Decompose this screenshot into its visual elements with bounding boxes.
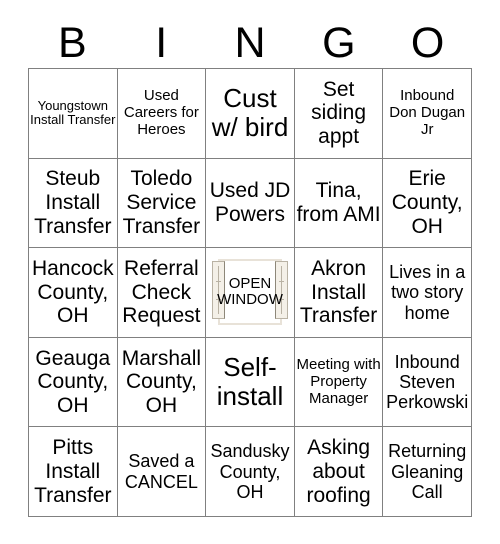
bingo-cell-i5[interactable]: Saved a CANCEL xyxy=(117,427,207,517)
header-letter-o: O xyxy=(410,18,445,67)
header-letter-g: G xyxy=(322,18,356,67)
bingo-cell-b1[interactable]: Youngstown Install Transfer xyxy=(29,69,118,159)
bingo-cell-o3[interactable]: Lives in a two story home xyxy=(383,248,472,338)
bingo-cell-n4-text: Self-install xyxy=(216,351,284,412)
bingo-cell-g4[interactable]: Meeting with Property Manager xyxy=(294,337,384,428)
bingo-cell-n1[interactable]: Cust w/ bird xyxy=(206,69,295,159)
bingo-card: B I N G O Youngstown Install Transfer Us… xyxy=(0,0,500,544)
bingo-cell-b4-text: Geauga County, OH xyxy=(35,346,111,417)
bingo-cell-n5[interactable]: Sandusky County, OH xyxy=(206,427,295,517)
open-window-icon: OPEN WINDOW xyxy=(210,255,290,329)
bingo-cell-o1-text: Inbound Don Dugan Jr xyxy=(389,86,466,138)
bingo-cell-o2[interactable]: Erie County, OH xyxy=(383,158,472,249)
header-letter-b: B xyxy=(58,18,87,67)
bingo-cell-n1-text: Cust w/ bird xyxy=(211,82,289,143)
bingo-cell-i1[interactable]: Used Careers for Heroes xyxy=(117,69,207,159)
bingo-cell-i5-text: Saved a CANCEL xyxy=(124,451,198,492)
bingo-cell-o4[interactable]: Inbound Steven Perkowski xyxy=(383,337,472,428)
bingo-cell-g2-text: Tina, from AMI xyxy=(296,179,381,226)
header-letter-i: I xyxy=(155,18,168,67)
bingo-cell-g1[interactable]: Set siding appt xyxy=(294,69,384,159)
bingo-cell-g2[interactable]: Tina, from AMI xyxy=(294,158,384,249)
bingo-cell-o5-text: Returning Gleaning Call xyxy=(388,441,467,502)
bingo-cell-i3[interactable]: Referral Check Request xyxy=(117,248,207,338)
bingo-cell-g3-text: Akron Install Transfer xyxy=(299,256,378,328)
bingo-cell-b5-text: Pitts Install Transfer xyxy=(34,436,112,507)
bingo-cell-o1[interactable]: Inbound Don Dugan Jr xyxy=(383,69,472,159)
bingo-cell-b2[interactable]: Steub Install Transfer xyxy=(29,158,118,249)
bingo-cell-b3[interactable]: Hancock County, OH xyxy=(29,248,118,338)
bingo-cell-b5[interactable]: Pitts Install Transfer xyxy=(29,427,118,517)
bingo-cell-o3-text: Lives in a two story home xyxy=(389,262,466,323)
free-space-line1: OPEN xyxy=(228,275,272,293)
bingo-cell-g5[interactable]: Asking about roofing xyxy=(294,427,384,517)
bingo-cell-o4-text: Inbound Steven Perkowski xyxy=(386,351,469,413)
bingo-cell-g4-text: Meeting with Property Manager xyxy=(296,355,381,407)
bingo-cell-i4-text: Marshall County, OH xyxy=(121,346,202,417)
bingo-cell-b3-text: Hancock County, OH xyxy=(31,256,114,328)
bingo-cell-b2-text: Steub Install Transfer xyxy=(34,167,112,238)
bingo-cell-i3-text: Referral Check Request xyxy=(122,256,201,328)
bingo-cell-i4[interactable]: Marshall County, OH xyxy=(117,337,207,428)
bingo-cell-b4[interactable]: Geauga County, OH xyxy=(29,337,118,428)
bingo-cell-o5[interactable]: Returning Gleaning Call xyxy=(383,427,472,517)
bingo-cell-n4[interactable]: Self-install xyxy=(206,337,295,428)
bingo-cell-i2[interactable]: Toledo Service Transfer xyxy=(117,158,207,249)
bingo-cell-g3[interactable]: Akron Install Transfer xyxy=(294,248,384,338)
bingo-grid: Youngstown Install Transfer Used Careers… xyxy=(28,68,472,517)
free-space-line2: WINDOW xyxy=(217,291,283,309)
bingo-cell-b1-text: Youngstown Install Transfer xyxy=(30,97,116,128)
bingo-header: B I N G O xyxy=(28,18,472,68)
bingo-cell-g5-text: Asking about roofing xyxy=(306,436,371,507)
free-space-label: OPEN WINDOW xyxy=(206,275,294,309)
bingo-cell-n5-text: Sandusky County, OH xyxy=(210,441,290,502)
bingo-cell-n3-free-space[interactable]: OPEN WINDOW xyxy=(206,248,295,338)
header-letter-n: N xyxy=(234,18,266,67)
bingo-cell-i1-text: Used Careers for Heroes xyxy=(123,86,199,138)
bingo-cell-g1-text: Set siding appt xyxy=(311,77,367,149)
bingo-cell-i2-text: Toledo Service Transfer xyxy=(122,167,201,238)
bingo-cell-o2-text: Erie County, OH xyxy=(391,167,463,238)
bingo-cell-n2-text: Used JD Powers xyxy=(209,179,291,226)
bingo-cell-n2[interactable]: Used JD Powers xyxy=(206,158,295,249)
